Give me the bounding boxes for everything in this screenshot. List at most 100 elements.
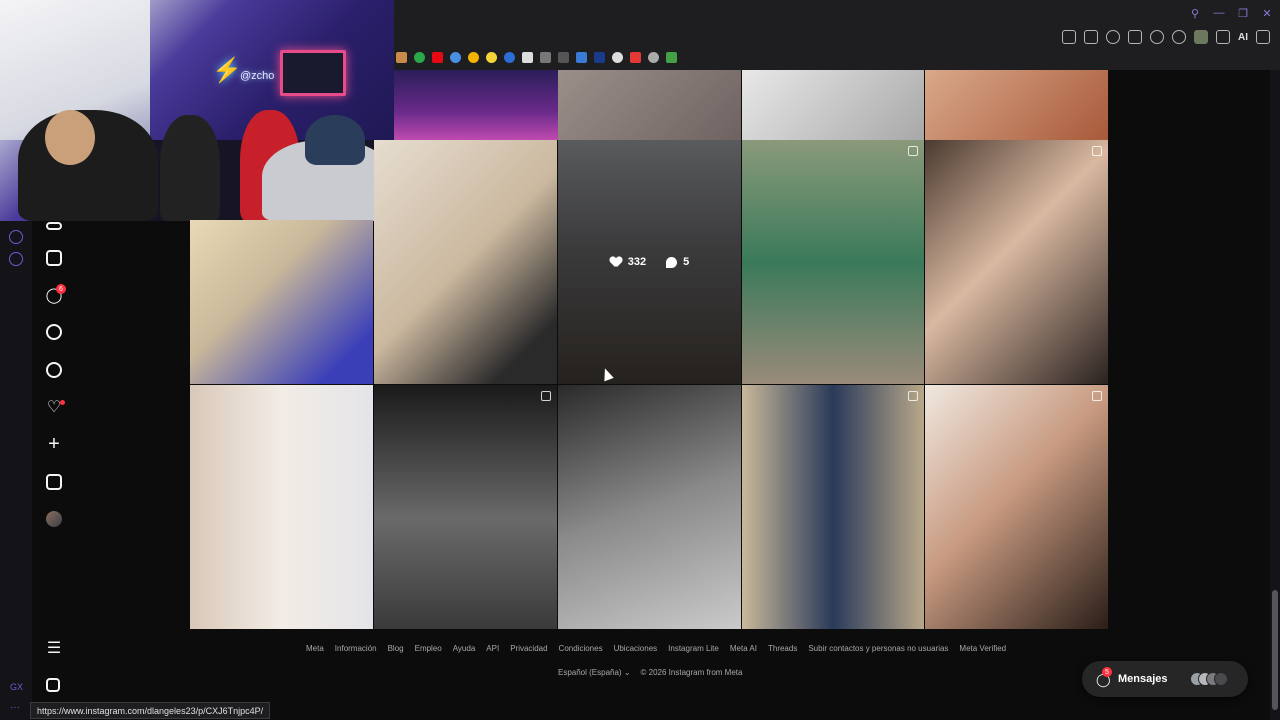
scrollbar[interactable] (1270, 70, 1280, 720)
chevron-down-icon: ⌄ (623, 668, 631, 677)
restore-icon[interactable]: ❐ (1236, 6, 1250, 20)
threads-icon[interactable] (46, 678, 60, 692)
browser-toolbar: AI (1062, 30, 1270, 44)
notifications-badge: 6 (56, 284, 66, 294)
extensions-icon[interactable] (9, 252, 23, 266)
messages-label: Mensajes (1118, 673, 1168, 685)
post-thumbnail[interactable] (374, 140, 557, 384)
bookmark-icon[interactable] (396, 52, 407, 63)
carousel-icon (908, 146, 918, 156)
footer-link-api[interactable]: API (486, 644, 499, 653)
footer-link-privacy[interactable]: Privacidad (510, 644, 547, 653)
post-thumbnail[interactable] (742, 385, 924, 629)
language-select[interactable]: Español (España) ⌄ (558, 668, 631, 677)
messenger-icon: ◯ 5 (1096, 667, 1112, 687)
minimize-icon[interactable]: — (1212, 6, 1226, 20)
post-thumbnail[interactable] (742, 140, 924, 384)
reel-icon (1092, 391, 1102, 401)
status-url: https://www.instagram.com/dlangeles23/p/… (30, 702, 271, 719)
play-icon[interactable] (1128, 30, 1142, 44)
bookmark-icon[interactable] (648, 52, 659, 63)
post-thumbnail[interactable] (558, 70, 741, 140)
likes-count: 332 (627, 256, 647, 268)
home-icon[interactable] (46, 222, 62, 230)
bookmark-icon[interactable] (504, 52, 515, 63)
anchor-icon[interactable] (612, 52, 623, 63)
download-icon[interactable] (1216, 30, 1230, 44)
post-thumbnail[interactable] (374, 385, 557, 629)
footer-link-threads[interactable]: Threads (768, 644, 797, 653)
messages-button[interactable]: ◯ 5 Mensajes (1082, 661, 1248, 697)
post-thumbnail[interactable] (925, 140, 1108, 384)
message-avatars (1189, 672, 1228, 686)
bookmark-icon[interactable] (630, 52, 641, 63)
search-icon[interactable]: ⚲ (1188, 6, 1202, 20)
language-label: Español (España) (558, 668, 622, 677)
bookmark-icon[interactable] (414, 52, 425, 63)
likes-stat: 332 (610, 256, 646, 268)
bookmark-icon[interactable] (576, 52, 587, 63)
document-icon[interactable] (522, 52, 533, 63)
bookmarks-bar (396, 52, 677, 63)
post-hover-overlay: 332 5 (558, 140, 741, 384)
post-thumbnail[interactable] (558, 385, 741, 629)
post-thumbnail[interactable] (925, 385, 1108, 629)
footer-link-terms[interactable]: Condiciones (559, 644, 603, 653)
carousel-icon (1092, 146, 1102, 156)
close-icon[interactable]: ✕ (1260, 6, 1274, 20)
footer-bottom: Español (España) ⌄ © 2026 Instagram from… (558, 668, 742, 677)
carousel-icon (541, 391, 551, 401)
profile-icon[interactable] (1194, 30, 1208, 44)
footer-link-blog[interactable]: Blog (388, 644, 404, 653)
bookmark-icon[interactable] (666, 52, 677, 63)
comments-count: 5 (683, 256, 690, 268)
avatar[interactable] (46, 511, 62, 527)
bookmark-icon[interactable] (558, 52, 569, 63)
notification-dot (60, 400, 65, 405)
post-thumbnail[interactable] (394, 70, 574, 140)
footer-link-meta-ai[interactable]: Meta AI (730, 644, 757, 653)
create-icon[interactable]: + (46, 433, 62, 455)
scrollbar-thumb[interactable] (1272, 590, 1278, 710)
ai-button[interactable]: AI (1238, 32, 1248, 43)
screenshot-icon[interactable] (1084, 30, 1098, 44)
pin-icon[interactable] (1062, 30, 1076, 44)
post-thumbnail[interactable] (742, 70, 924, 140)
heart-icon[interactable] (1150, 30, 1164, 44)
footer-link-help[interactable]: Ayuda (453, 644, 476, 653)
history-icon[interactable] (9, 230, 23, 244)
bookmark-icon[interactable] (450, 52, 461, 63)
more-icon (1213, 672, 1228, 686)
bookmark-icon[interactable] (486, 52, 497, 63)
footer-link-lite[interactable]: Instagram Lite (668, 644, 719, 653)
more-icon[interactable]: ··· (10, 702, 20, 713)
footer-link-contacts[interactable]: Subir contactos y personas no usuarias (808, 644, 948, 653)
footer-link-info[interactable]: Información (335, 644, 377, 653)
extensions-icon[interactable] (1172, 30, 1186, 44)
shield-icon[interactable] (1106, 30, 1120, 44)
reels-icon[interactable] (46, 250, 62, 266)
comments-stat: 5 (666, 256, 689, 268)
dashboard-icon[interactable] (46, 474, 62, 490)
footer-link-verified[interactable]: Meta Verified (959, 644, 1006, 653)
heart-icon (610, 257, 622, 268)
copyright: © 2026 Instagram from Meta (640, 668, 743, 677)
link-icon[interactable] (540, 52, 551, 63)
footer-link-meta[interactable]: Meta (306, 644, 324, 653)
menu-icon[interactable]: ☰ (46, 640, 62, 657)
post-thumbnail[interactable] (925, 70, 1108, 140)
compass-icon[interactable] (46, 362, 62, 378)
netflix-icon[interactable] (432, 52, 443, 63)
bookmark-icon[interactable] (594, 52, 605, 63)
menu-icon[interactable] (1256, 30, 1270, 44)
post-thumbnail[interactable] (190, 385, 373, 629)
post-thumbnail[interactable] (190, 220, 373, 384)
search-icon[interactable] (46, 324, 62, 340)
person-head (45, 110, 95, 165)
browser-sidebar (0, 220, 32, 720)
post-thumbnail[interactable]: 332 5 (558, 140, 741, 384)
posts-grid: 332 5 (190, 70, 1110, 630)
chrome-icon[interactable] (468, 52, 479, 63)
footer-link-locations[interactable]: Ubicaciones (614, 644, 658, 653)
footer-link-jobs[interactable]: Empleo (415, 644, 442, 653)
